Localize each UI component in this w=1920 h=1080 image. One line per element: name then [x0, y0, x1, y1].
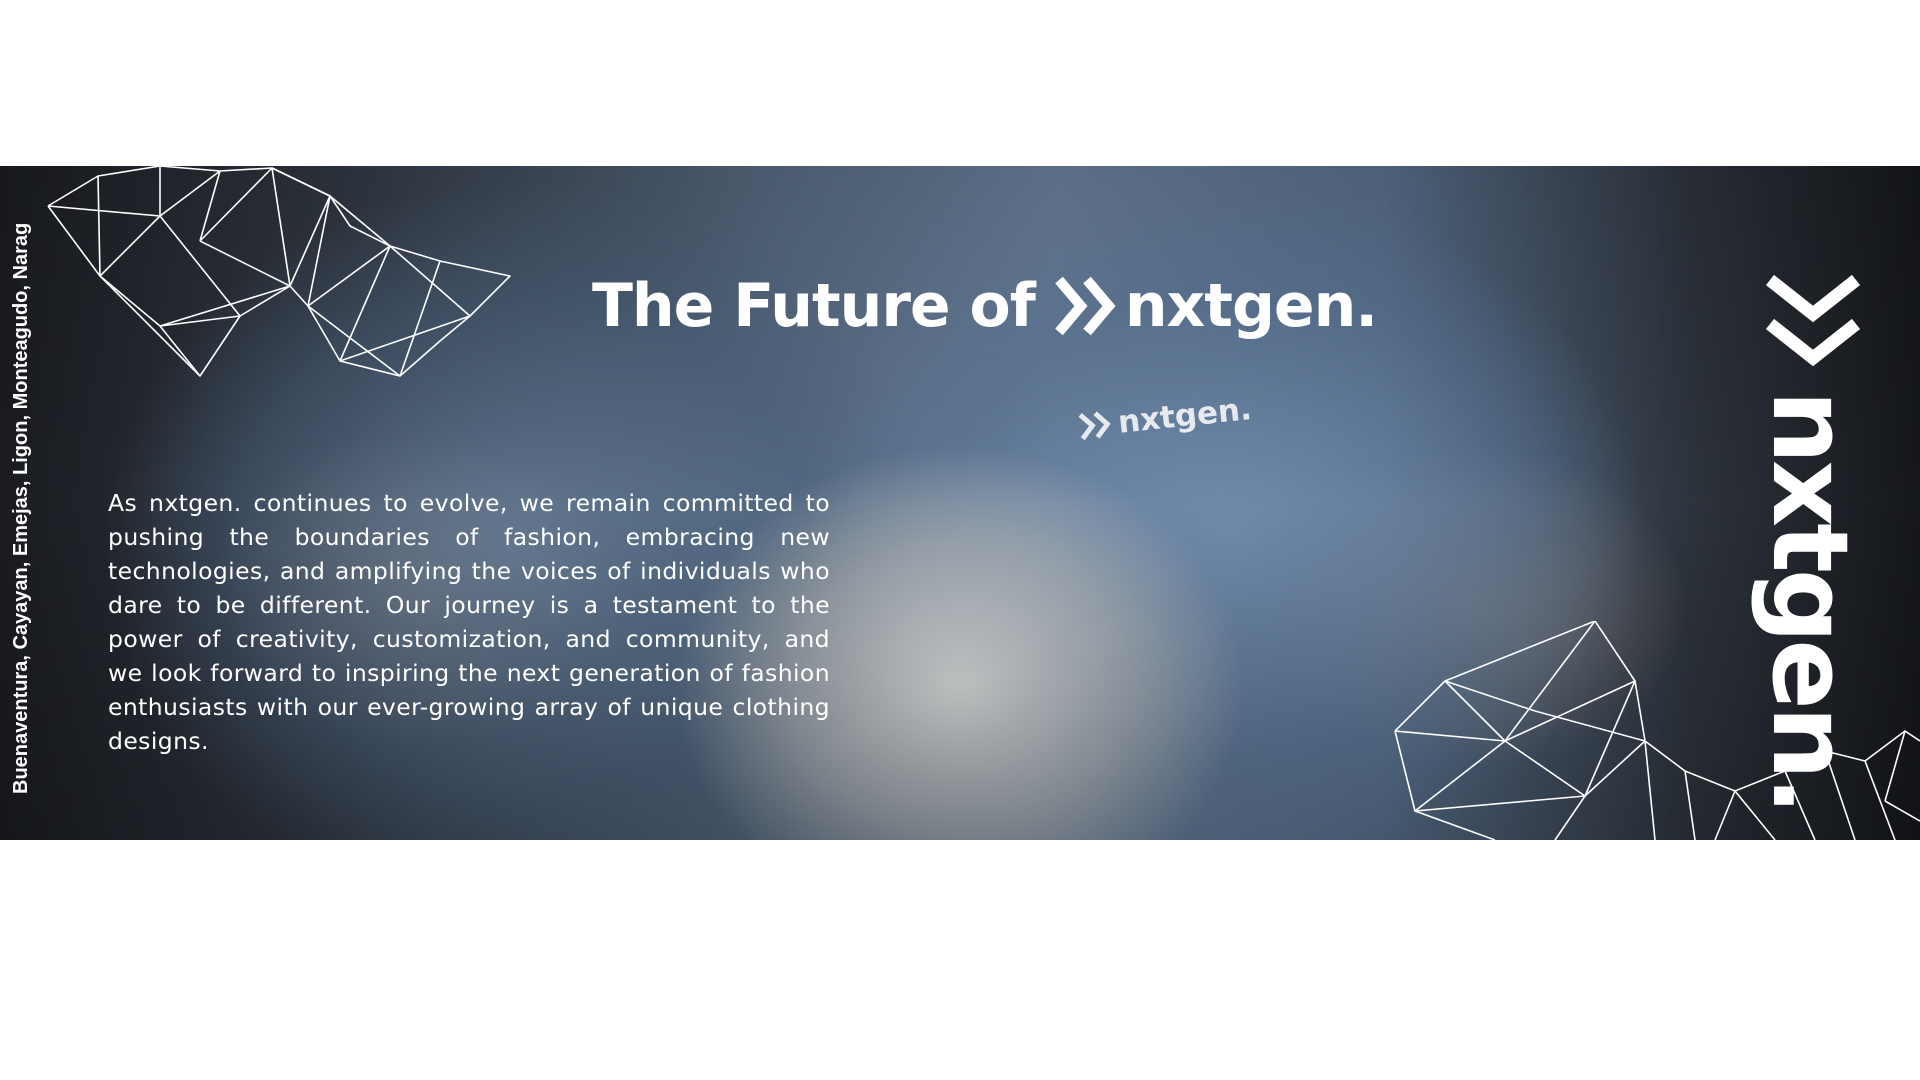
side-wordmark: nxtgen.	[1749, 390, 1871, 812]
side-logo: nxtgen.	[1749, 274, 1871, 814]
hero-banner: Buenaventura, Cayayan, Emejas, Ligon, Mo…	[0, 166, 1920, 840]
headline: The Future of nxtgen.	[592, 271, 1378, 341]
headline-prefix: The Future of	[592, 271, 1036, 341]
body-paragraph: As nxtgen. continues to evolve, we remai…	[108, 488, 830, 755]
location-list: Buenaventura, Cayayan, Emejas, Ligon, Mo…	[10, 222, 32, 794]
double-chevron-down-icon	[1766, 274, 1860, 367]
double-chevron-right-icon	[1055, 276, 1116, 336]
headline-brand: nxtgen.	[1124, 271, 1378, 341]
double-chevron-right-icon	[1078, 411, 1111, 441]
